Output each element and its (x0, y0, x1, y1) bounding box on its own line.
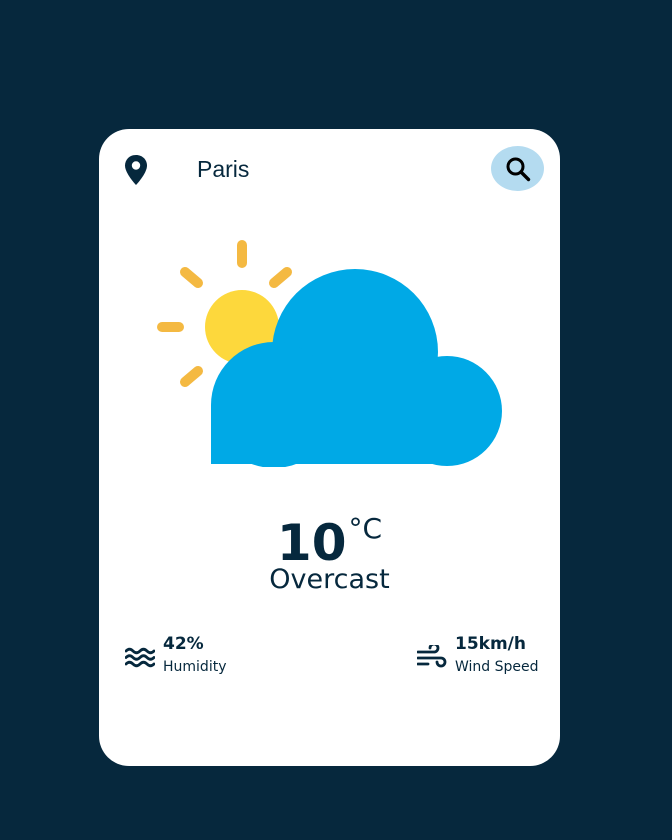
search-button[interactable] (491, 146, 544, 191)
wind-icon (416, 642, 447, 669)
humidity-label: Humidity (163, 659, 227, 675)
search-icon (504, 155, 532, 183)
wind-label: Wind Speed (455, 659, 539, 675)
partly-cloudy-icon (154, 237, 504, 468)
location-pin-icon (123, 154, 149, 186)
waves-icon (124, 645, 156, 669)
temperature-unit: °C (348, 512, 383, 545)
search-input[interactable] (179, 151, 477, 187)
wind-value: 15km/h (455, 634, 526, 654)
humidity-value: 42% (163, 634, 204, 654)
weather-description: Overcast (269, 564, 390, 595)
weather-card: 10°C Overcast 42% Humidity (99, 129, 560, 766)
